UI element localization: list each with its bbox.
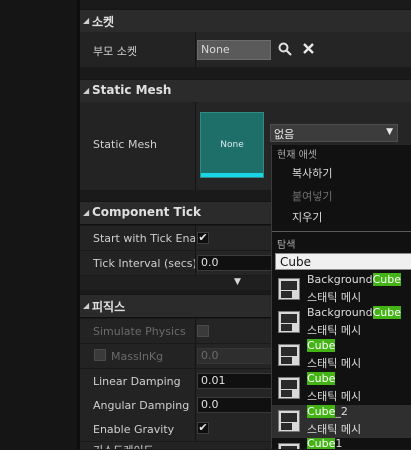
result-name: BackgroundCube xyxy=(307,273,402,286)
angular-damping-input[interactable]: 0.0 xyxy=(197,397,277,413)
static-mesh-asset-icon xyxy=(278,311,300,333)
static-mesh-asset-icon xyxy=(278,410,300,432)
expanded-arrow-icon: ◢ xyxy=(83,16,90,25)
section-title: Component Tick xyxy=(92,205,201,219)
static-mesh-asset-icon xyxy=(278,377,300,399)
result-type: 스태틱 메시 xyxy=(307,423,362,436)
combo-value: 없음 xyxy=(274,128,295,141)
enable-gravity-checkbox[interactable]: ✔ xyxy=(197,422,209,434)
asset-picker-dropdown: 현재 애셋 복사하기 붙여넣기 지우기 탐색 Cube BackgroundCu… xyxy=(271,145,411,449)
column-divider[interactable] xyxy=(195,369,196,393)
mesh-thumbnail[interactable]: None xyxy=(200,112,264,178)
menu-item-paste[interactable]: 붙여넣기 xyxy=(292,188,332,204)
property-label: Enable Gravity xyxy=(93,423,175,436)
result-item-hovered[interactable]: Cube_2 스태틱 메시 xyxy=(272,405,411,438)
expanded-arrow-icon: ◢ xyxy=(83,301,90,310)
result-name: Cube xyxy=(307,339,336,352)
result-type: 스태틱 메시 xyxy=(307,390,362,403)
section-title: 피직스 xyxy=(92,300,126,314)
asset-search-input[interactable]: Cube xyxy=(275,253,411,270)
chevron-down-icon: ▼ xyxy=(386,127,393,137)
property-label: Simulate Physics xyxy=(93,325,186,338)
property-row-parent-socket: 부모 소켓 None xyxy=(80,32,411,68)
column-divider[interactable] xyxy=(195,32,196,67)
column-divider[interactable] xyxy=(195,226,196,250)
simulate-physics-checkbox[interactable] xyxy=(197,325,209,337)
property-label: 부모 소켓 xyxy=(93,45,137,58)
start-with-tick-checkbox[interactable]: ✔ xyxy=(197,232,209,244)
result-item[interactable]: Cube1 xyxy=(272,438,411,449)
current-asset-header: 현재 애셋 xyxy=(277,150,317,161)
section-title: Static Mesh xyxy=(92,83,172,97)
mass-override-checkbox[interactable] xyxy=(94,349,106,361)
static-mesh-asset-icon xyxy=(278,344,300,366)
column-divider[interactable] xyxy=(195,319,196,343)
expand-arrow-icon[interactable]: ▼ xyxy=(234,277,241,287)
linear-damping-input[interactable]: 0.01 xyxy=(197,373,277,389)
menu-item-copy[interactable]: 복사하기 xyxy=(292,165,332,181)
clear-x-icon[interactable] xyxy=(303,43,314,54)
section-header-socket[interactable]: ◢ 소켓 xyxy=(80,9,411,33)
section-title: 소켓 xyxy=(92,15,115,29)
result-name: Cube1 xyxy=(307,438,343,449)
search-text: Cube xyxy=(280,255,311,269)
expanded-arrow-icon: ◢ xyxy=(83,208,90,217)
parent-socket-field[interactable]: None xyxy=(197,40,271,60)
column-divider[interactable] xyxy=(195,393,196,417)
property-value: None xyxy=(197,32,411,67)
property-label: MassInKg xyxy=(111,350,164,363)
column-divider[interactable] xyxy=(195,251,196,275)
expanded-arrow-icon: ◢ xyxy=(83,86,90,95)
mass-input[interactable]: 0.0 xyxy=(197,348,277,364)
tick-interval-input[interactable]: 0.0 xyxy=(197,255,277,271)
section-header-static-mesh[interactable]: ◢ Static Mesh xyxy=(80,79,411,103)
result-item[interactable]: Cube 스태틱 메시 xyxy=(272,372,411,405)
property-label: Linear Damping xyxy=(93,375,181,388)
result-item[interactable]: BackgroundCube 스태틱 메시 xyxy=(272,306,411,339)
mesh-asset-combo[interactable]: 없음 ▼ xyxy=(270,124,398,142)
result-type: 스태틱 메시 xyxy=(307,291,362,304)
result-name: BackgroundCube xyxy=(307,306,402,319)
property-label: Static Mesh xyxy=(93,138,157,151)
result-item[interactable]: BackgroundCube 스태틱 메시 xyxy=(272,273,411,306)
thumbnail-label: None xyxy=(220,140,244,150)
search-icon[interactable] xyxy=(278,42,292,56)
result-name: Cube xyxy=(307,372,336,385)
result-item[interactable]: Cube 스태틱 메시 xyxy=(272,339,411,372)
property-label: Tick Interval (secs) xyxy=(93,257,197,270)
menu-item-clear[interactable]: 지우기 xyxy=(292,209,322,225)
result-type: 스태틱 메시 xyxy=(307,357,362,370)
asset-type-color-bar xyxy=(201,173,263,177)
separator xyxy=(272,231,411,232)
static-mesh-asset-icon xyxy=(278,443,300,449)
result-type: 스태틱 메시 xyxy=(307,324,362,337)
column-divider[interactable] xyxy=(195,102,196,190)
search-header: 탐색 xyxy=(277,240,296,251)
static-mesh-asset-icon xyxy=(278,278,300,300)
property-label: Start with Tick Enab xyxy=(93,232,204,245)
column-divider[interactable] xyxy=(195,344,196,368)
property-label: Angular Damping xyxy=(93,399,190,412)
result-name: Cube_2 xyxy=(307,405,348,418)
column-divider[interactable] xyxy=(195,417,196,441)
